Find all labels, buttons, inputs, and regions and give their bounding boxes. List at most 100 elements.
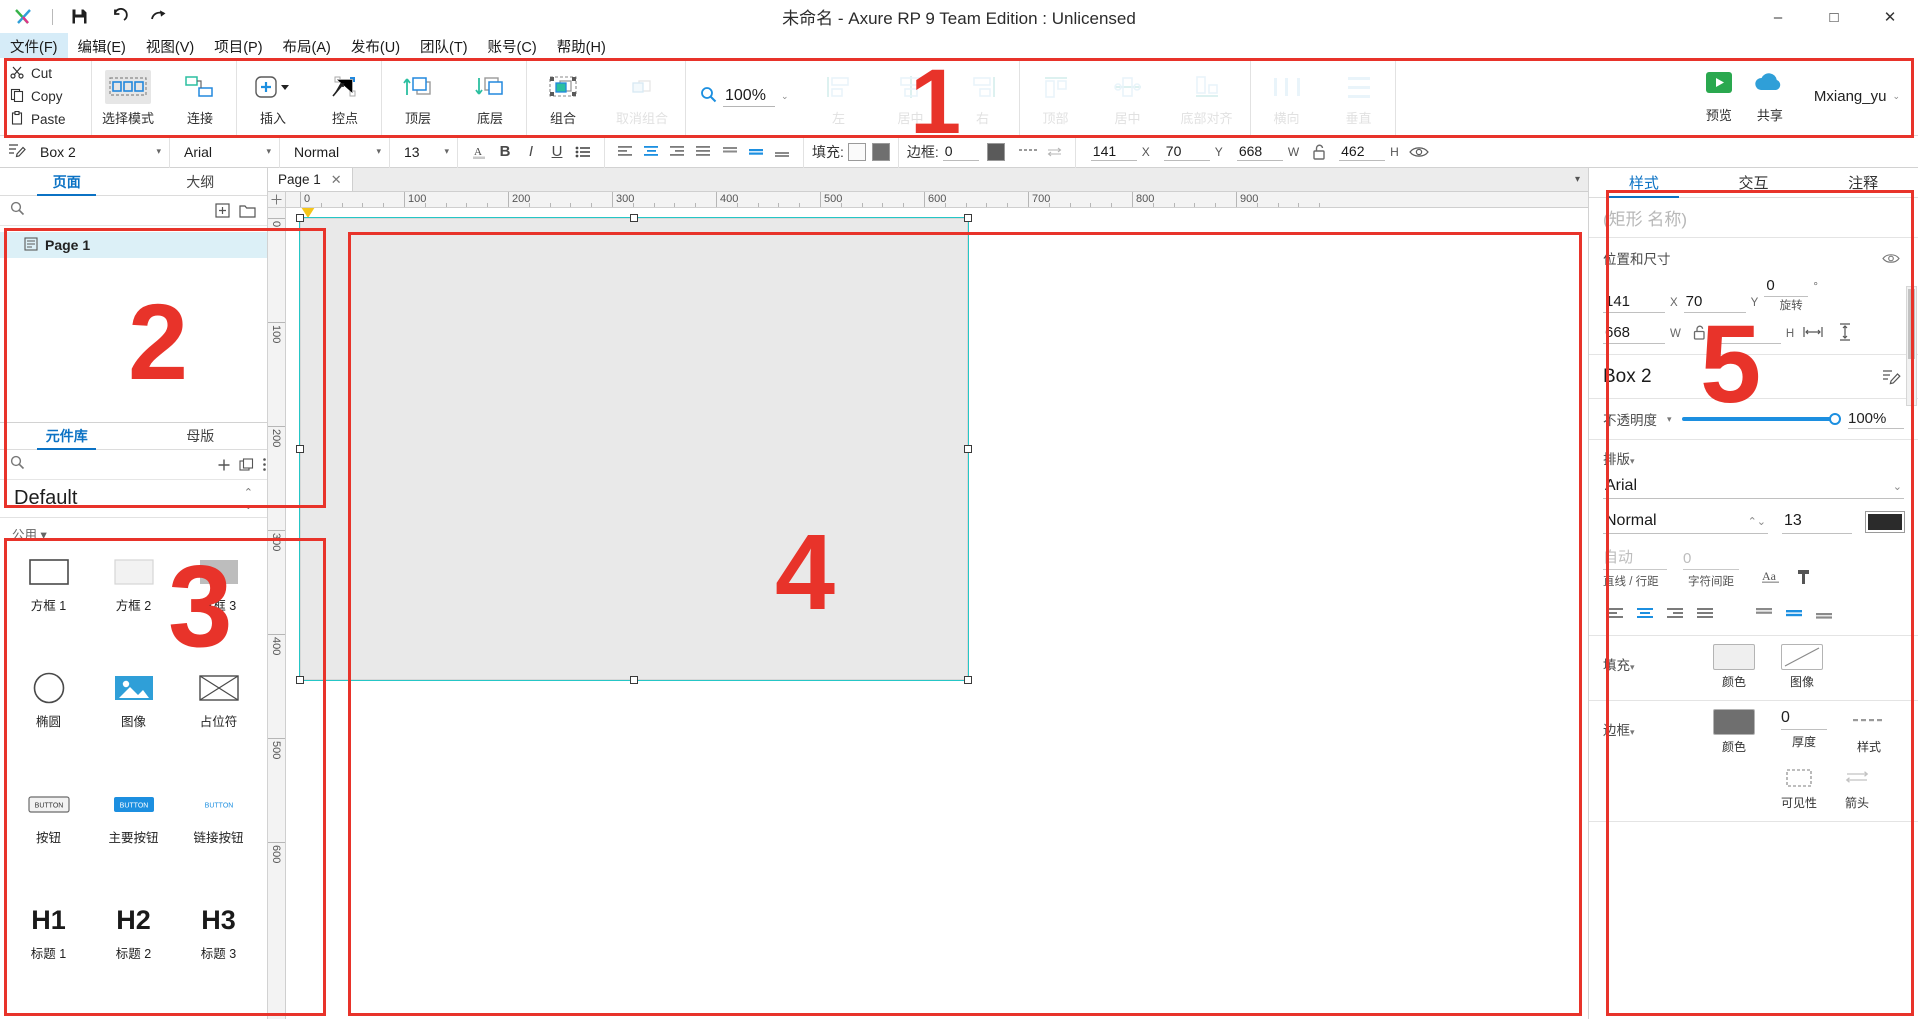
chevron-down-icon[interactable]: ▾ bbox=[1630, 456, 1635, 466]
align-bottom-button[interactable]: 底部对齐 bbox=[1164, 64, 1250, 127]
align-left-icon[interactable] bbox=[613, 140, 639, 164]
chevron-down-icon[interactable]: ▾ bbox=[1630, 727, 1635, 737]
font-family-select[interactable]: Arial ▾ bbox=[178, 140, 271, 164]
widget-box1[interactable]: 方框 1 bbox=[6, 549, 91, 661]
connect-button[interactable]: 连接 bbox=[164, 64, 236, 127]
italic-button[interactable]: I bbox=[518, 140, 544, 164]
right-panel-scrollbar[interactable] bbox=[1906, 286, 1917, 406]
undo-icon[interactable] bbox=[99, 2, 139, 32]
align-center-button[interactable]: 居中 bbox=[875, 64, 947, 127]
tab-masters[interactable]: 母版 bbox=[134, 423, 268, 449]
menu-file[interactable]: 文件(F) bbox=[0, 32, 68, 60]
copy-button[interactable]: Copy bbox=[8, 85, 91, 108]
valign-bottom-icon[interactable] bbox=[1811, 601, 1837, 625]
widget-box2[interactable]: 方框 2 bbox=[91, 549, 176, 661]
menu-team[interactable]: 团队(T) bbox=[410, 33, 478, 60]
edit-style-icon[interactable] bbox=[1878, 365, 1904, 389]
add-page-icon[interactable] bbox=[213, 199, 232, 223]
style-x-input[interactable] bbox=[1603, 293, 1665, 313]
paste-button[interactable]: Paste bbox=[8, 108, 91, 131]
valign-middle-icon[interactable] bbox=[1781, 601, 1807, 625]
align-top-button[interactable]: 顶部 bbox=[1020, 64, 1092, 127]
bullet-list-icon[interactable] bbox=[570, 140, 596, 164]
menu-edit[interactable]: 编辑(E) bbox=[68, 33, 136, 60]
close-button[interactable]: ✕ bbox=[1862, 0, 1918, 34]
border-visibility-button[interactable]: 可见性 bbox=[1781, 765, 1817, 811]
opacity-value[interactable]: 100% bbox=[1848, 410, 1904, 429]
widget-group-header[interactable]: 公用 ▾ bbox=[0, 518, 267, 545]
tab-pages[interactable]: 页面 bbox=[0, 168, 134, 196]
chevron-down-icon[interactable]: ▾ bbox=[1667, 414, 1672, 425]
menu-help[interactable]: 帮助(H) bbox=[547, 33, 616, 60]
resize-handle-top-middle[interactable] bbox=[630, 214, 638, 222]
resize-handle-top-right[interactable] bbox=[964, 214, 972, 222]
menu-view[interactable]: 视图(V) bbox=[136, 33, 204, 60]
fill-color-button[interactable]: 颜色 bbox=[1713, 644, 1755, 690]
h-input[interactable] bbox=[1339, 142, 1386, 161]
align-right-icon[interactable] bbox=[665, 140, 691, 164]
more-vertical-icon[interactable] bbox=[262, 453, 267, 477]
resize-handle-bottom-middle[interactable] bbox=[630, 676, 638, 684]
pages-search-input[interactable] bbox=[31, 203, 207, 218]
share-button[interactable]: 共享 bbox=[1752, 69, 1788, 124]
align-center-icon[interactable] bbox=[639, 140, 665, 164]
letter-spacing-value[interactable]: 0 bbox=[1683, 550, 1739, 570]
font-weight-select[interactable]: Normal ▾ bbox=[288, 140, 381, 164]
chevron-down-icon[interactable]: ▾ bbox=[1575, 174, 1580, 185]
menu-layout[interactable]: 布局(A) bbox=[273, 33, 341, 60]
border-style-button[interactable]: 样式 bbox=[1853, 709, 1885, 755]
cut-button[interactable]: Cut bbox=[8, 62, 91, 85]
fill-color-swatch[interactable] bbox=[847, 142, 866, 161]
border-style-swatch[interactable] bbox=[1015, 140, 1041, 164]
minimize-button[interactable]: – bbox=[1750, 0, 1806, 34]
scrollbar-thumb[interactable] bbox=[1908, 289, 1915, 359]
send-to-back-button[interactable]: 底层 bbox=[454, 64, 526, 127]
valign-top-icon[interactable] bbox=[1751, 601, 1777, 625]
align-middle-button[interactable]: 居中 bbox=[1092, 64, 1164, 127]
widget-image[interactable]: 图像 bbox=[91, 665, 176, 777]
tab-notes[interactable]: 注释 bbox=[1808, 168, 1918, 197]
distribute-vertical-button[interactable]: 垂直 bbox=[1323, 64, 1395, 127]
ungroup-button[interactable]: 取消组合 bbox=[599, 64, 685, 127]
tab-interactions[interactable]: 交互 bbox=[1699, 168, 1809, 197]
canvas-tab-page1[interactable]: Page 1 ✕ bbox=[268, 168, 353, 191]
chevron-down-icon[interactable]: ⌄ bbox=[781, 91, 789, 102]
align-left-button[interactable]: 左 bbox=[803, 64, 875, 127]
vertical-ruler[interactable]: 0 100 200 300 400 500 600 bbox=[268, 208, 286, 1019]
flip-horizontal-icon[interactable] bbox=[1800, 320, 1826, 344]
tab-style[interactable]: 样式 bbox=[1589, 168, 1699, 198]
align-center-icon[interactable] bbox=[1633, 601, 1659, 625]
horizontal-ruler[interactable]: 0 100 200 300 400 500 600 700 800 900 bbox=[286, 192, 1588, 208]
group-button[interactable]: 组合 bbox=[527, 64, 599, 127]
widget-h3[interactable]: H3 标题 3 bbox=[176, 897, 261, 1009]
bring-to-front-button[interactable]: 顶层 bbox=[382, 64, 454, 127]
resize-handle-middle-left[interactable] bbox=[296, 445, 304, 453]
resize-handle-bottom-right[interactable] bbox=[964, 676, 972, 684]
widget-box3[interactable]: 方框 3 bbox=[176, 549, 261, 661]
x-input[interactable] bbox=[1090, 142, 1137, 161]
rotation-input[interactable] bbox=[1764, 277, 1809, 297]
widget-name-input[interactable]: (矩形 名称) bbox=[1589, 198, 1918, 238]
chevron-down-icon[interactable]: ▾ bbox=[1630, 662, 1635, 672]
w-input[interactable] bbox=[1236, 142, 1283, 161]
line-height-value[interactable]: 自动 bbox=[1603, 546, 1667, 570]
underline-button[interactable]: U bbox=[544, 140, 570, 164]
valign-middle-icon[interactable] bbox=[743, 140, 769, 164]
menu-account[interactable]: 账号(C) bbox=[478, 33, 547, 60]
widget-link-button[interactable]: BUTTON 链接按钮 bbox=[176, 781, 261, 893]
preview-button[interactable]: 预览 bbox=[1702, 69, 1736, 124]
y-input[interactable] bbox=[1163, 142, 1210, 161]
opacity-slider[interactable] bbox=[1681, 412, 1841, 426]
duplicate-icon[interactable] bbox=[239, 453, 254, 477]
visibility-icon[interactable] bbox=[1406, 140, 1432, 164]
widget-name-select[interactable]: Box 2 ▾ bbox=[34, 140, 161, 164]
tab-libraries[interactable]: 元件库 bbox=[0, 423, 134, 450]
select-mode-button[interactable]: 选择模式 bbox=[92, 64, 164, 127]
ruler-corner[interactable] bbox=[268, 192, 286, 208]
widget-placeholder[interactable]: 占位符 bbox=[176, 665, 261, 777]
widget-h1[interactable]: H1 标题 1 bbox=[6, 897, 91, 1009]
save-icon[interactable] bbox=[59, 2, 99, 32]
close-icon[interactable]: ✕ bbox=[331, 172, 342, 188]
visibility-icon[interactable] bbox=[1878, 246, 1904, 270]
widget-primary-button[interactable]: BUTTON 主要按钮 bbox=[91, 781, 176, 893]
